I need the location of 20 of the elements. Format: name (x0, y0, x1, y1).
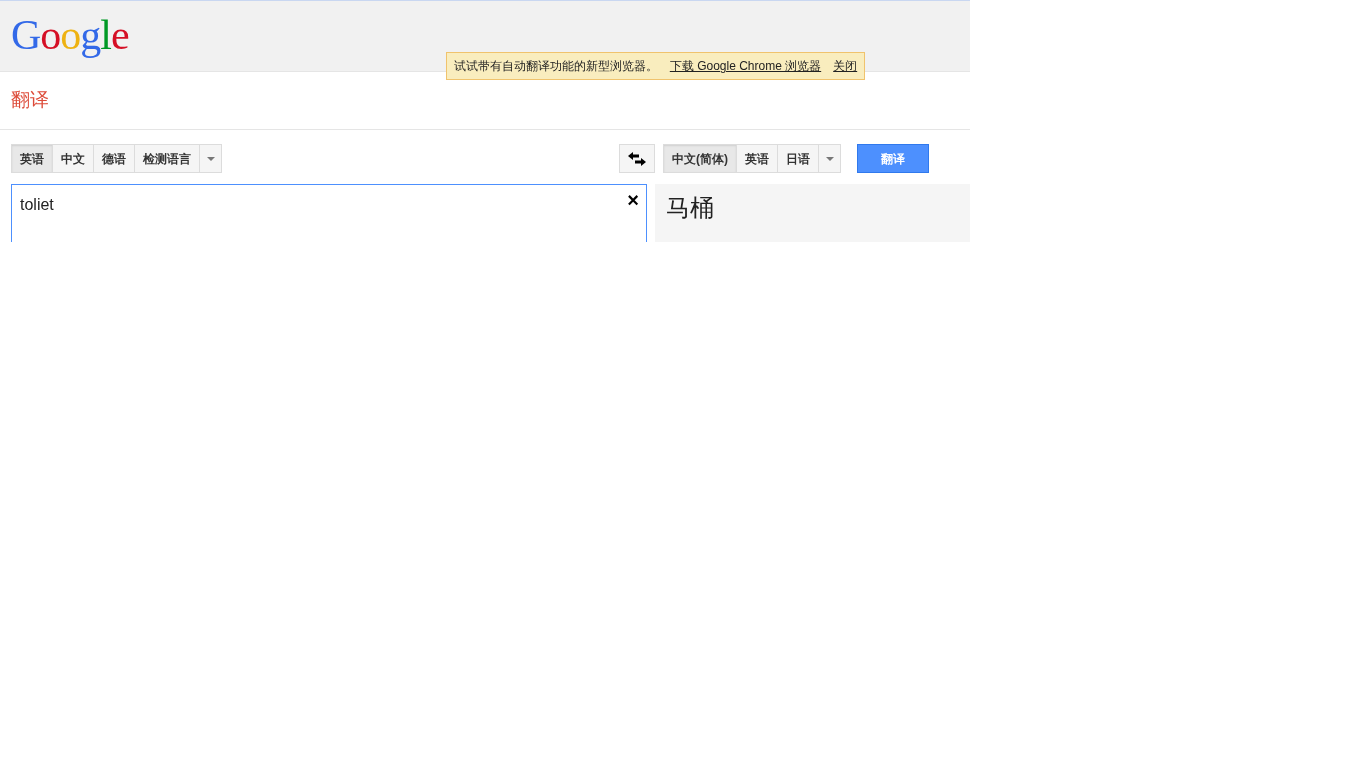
swap-arrows-icon (628, 151, 646, 166)
close-link[interactable]: 关闭 (833, 57, 858, 75)
download-chrome-link[interactable]: 下载 Google Chrome 浏览器 (669, 57, 822, 75)
language-tab[interactable]: 德语 (93, 144, 135, 173)
clear-button[interactable]: × (627, 188, 639, 212)
dropdown-arrow-icon (825, 156, 834, 161)
language-dropdown[interactable] (818, 144, 841, 173)
dropdown-arrow-icon (206, 156, 215, 161)
language-tab[interactable]: 中文(简体) (663, 144, 737, 173)
language-tab[interactable]: 英语 (11, 144, 53, 173)
language-tab[interactable]: 检测语言 (134, 144, 200, 173)
google-logo[interactable]: Google (11, 13, 129, 57)
language-tab[interactable]: 中文 (52, 144, 94, 173)
language-tab[interactable]: 英语 (736, 144, 778, 173)
translation-result: 马桶 (666, 194, 714, 221)
language-dropdown[interactable] (199, 144, 222, 173)
page-title: 翻译 (11, 88, 49, 113)
swap-languages-button[interactable] (619, 144, 655, 173)
language-tab[interactable]: 日语 (777, 144, 819, 173)
banner-message: 试试带有自动翻译功能的新型浏览器。 (453, 58, 658, 75)
